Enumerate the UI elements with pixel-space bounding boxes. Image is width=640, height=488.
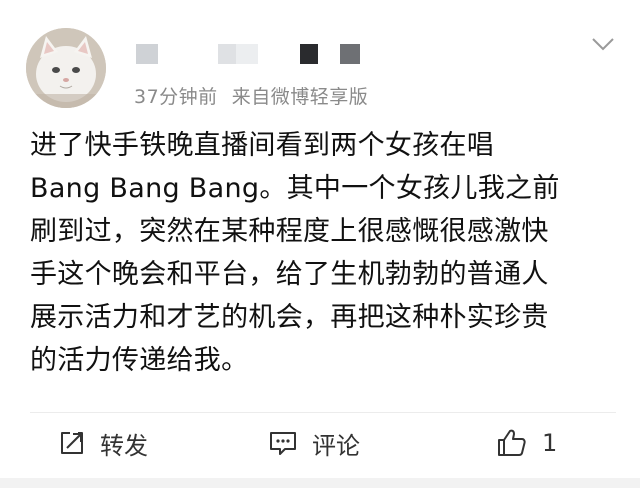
comment-button[interactable]: 评论 bbox=[268, 426, 360, 460]
bottom-separator bbox=[0, 478, 640, 488]
weibo-post-card: 37分钟前 来自微博轻享版 进了快手铁晚直播间看到两个女孩在唱 Bang Bang… bbox=[0, 0, 640, 488]
chevron-down-icon[interactable] bbox=[590, 36, 616, 52]
comment-icon bbox=[270, 432, 296, 455]
username-redacted-block bbox=[218, 44, 236, 64]
username-redacted-block bbox=[136, 44, 158, 64]
like-button[interactable]: 1 bbox=[496, 426, 557, 460]
avatar[interactable] bbox=[26, 28, 106, 108]
username-redacted-block bbox=[236, 44, 258, 64]
repost-label: 转发 bbox=[100, 431, 148, 460]
content-line: Bang Bang Bang。其中一个女孩儿我之前 bbox=[30, 173, 560, 204]
content-line: 的活力传递给我。 bbox=[30, 345, 249, 376]
username-redacted-block bbox=[340, 44, 360, 64]
post-content: 进了快手铁晚直播间看到两个女孩在唱 Bang Bang Bang。其中一个女孩儿… bbox=[30, 124, 620, 382]
content-line: 手这个晚会和平台，给了生机勃勃的普通人 bbox=[30, 259, 549, 290]
repost-icon bbox=[61, 432, 83, 454]
post-time: 37分钟前 bbox=[134, 86, 218, 108]
comment-label: 评论 bbox=[312, 431, 360, 460]
post-source: 来自微博轻享版 bbox=[231, 86, 369, 108]
thumbs-up-icon bbox=[498, 429, 526, 456]
content-line: 进了快手铁晚直播间看到两个女孩在唱 bbox=[30, 130, 495, 161]
content-line: 刷到过，突然在某种程度上很感慨很感激快 bbox=[30, 216, 549, 247]
username-redacted-block bbox=[300, 44, 318, 64]
divider bbox=[30, 412, 616, 413]
like-count: 1 bbox=[542, 429, 558, 457]
repost-button[interactable]: 转发 bbox=[58, 426, 148, 460]
post-meta: 37分钟前 来自微博轻享版 bbox=[134, 82, 368, 109]
cat-avatar-image bbox=[26, 28, 106, 108]
content-line: 展示活力和才艺的机会，再把这种朴实珍贵 bbox=[30, 302, 549, 333]
post-actions-bar: 转发 评论 1 bbox=[0, 418, 640, 468]
